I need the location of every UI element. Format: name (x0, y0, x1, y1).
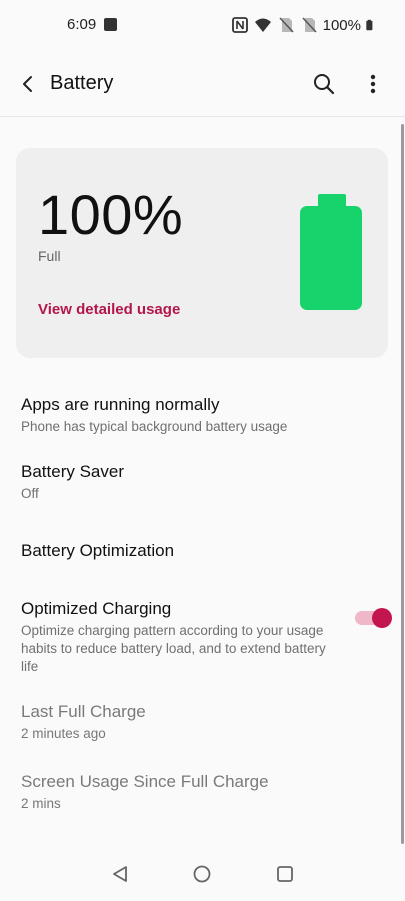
status-bar: 6:09 100% (0, 0, 405, 50)
more-options-button[interactable] (357, 68, 389, 100)
back-arrow-icon (23, 76, 32, 92)
page-title: Battery (50, 72, 114, 94)
nav-back-button[interactable] (108, 862, 132, 886)
status-battery-percent: 100% (322, 16, 361, 34)
setting-battery-optimization[interactable]: Battery Optimization (21, 540, 341, 562)
navigation-bar (0, 846, 405, 901)
scrollbar-thumb[interactable] (401, 124, 404, 844)
nav-back-icon (113, 866, 127, 882)
search-button[interactable] (308, 68, 340, 100)
battery-status-card: 100% Full View detailed usage (16, 148, 388, 358)
battery-state-text: Full (38, 248, 61, 264)
search-icon (314, 74, 335, 95)
setting-title: Last Full Charge (21, 702, 146, 721)
setting-subtitle: Optimize charging pattern according to y… (21, 623, 326, 674)
battery-graphic-body (300, 206, 362, 310)
no-sim-icon (302, 17, 317, 33)
setting-last-full-charge: Last Full Charge 2 minutes ago (21, 701, 341, 743)
setting-title: Optimized Charging (21, 599, 172, 618)
battery-level-text: 100% (38, 183, 184, 246)
setting-optimized-charging[interactable]: Optimized Charging Optimize charging pat… (21, 598, 346, 676)
app-bar-divider (0, 116, 405, 117)
nav-home-button[interactable] (190, 862, 214, 886)
wifi-icon (254, 18, 271, 32)
more-vert-icon (370, 74, 376, 94)
status-time: 6:09 (67, 16, 97, 33)
nav-home-icon (193, 865, 211, 883)
setting-title: Apps are running normally (21, 395, 220, 414)
battery-full-icon (366, 19, 373, 31)
setting-title: Screen Usage Since Full Charge (21, 772, 269, 791)
nfc-icon (231, 17, 248, 33)
nav-recents-button[interactable] (273, 862, 297, 886)
app-bar: Battery (0, 60, 405, 108)
setting-subtitle: 2 minutes ago (21, 726, 106, 741)
nav-recents-icon (277, 866, 293, 882)
setting-title: Battery Optimization (21, 541, 175, 560)
setting-apps-running-normally[interactable]: Apps are running normally Phone has typi… (21, 394, 341, 436)
setting-subtitle: Off (21, 486, 39, 501)
gallery-icon (104, 18, 117, 31)
setting-screen-usage-since-full-charge: Screen Usage Since Full Charge 2 mins (21, 771, 341, 813)
back-button[interactable] (12, 68, 44, 100)
toggle-thumb (372, 608, 392, 628)
setting-title: Battery Saver (21, 462, 124, 481)
setting-battery-saver[interactable]: Battery Saver Off (21, 461, 341, 503)
optimized-charging-toggle[interactable] (353, 607, 392, 629)
setting-subtitle: Phone has typical background battery usa… (21, 419, 288, 434)
view-detailed-usage-link[interactable]: View detailed usage (38, 301, 180, 318)
no-sim-icon (279, 17, 294, 33)
setting-subtitle: 2 mins (21, 796, 61, 811)
status-icons: 100% (231, 16, 377, 34)
battery-graphic-icon (300, 194, 364, 312)
